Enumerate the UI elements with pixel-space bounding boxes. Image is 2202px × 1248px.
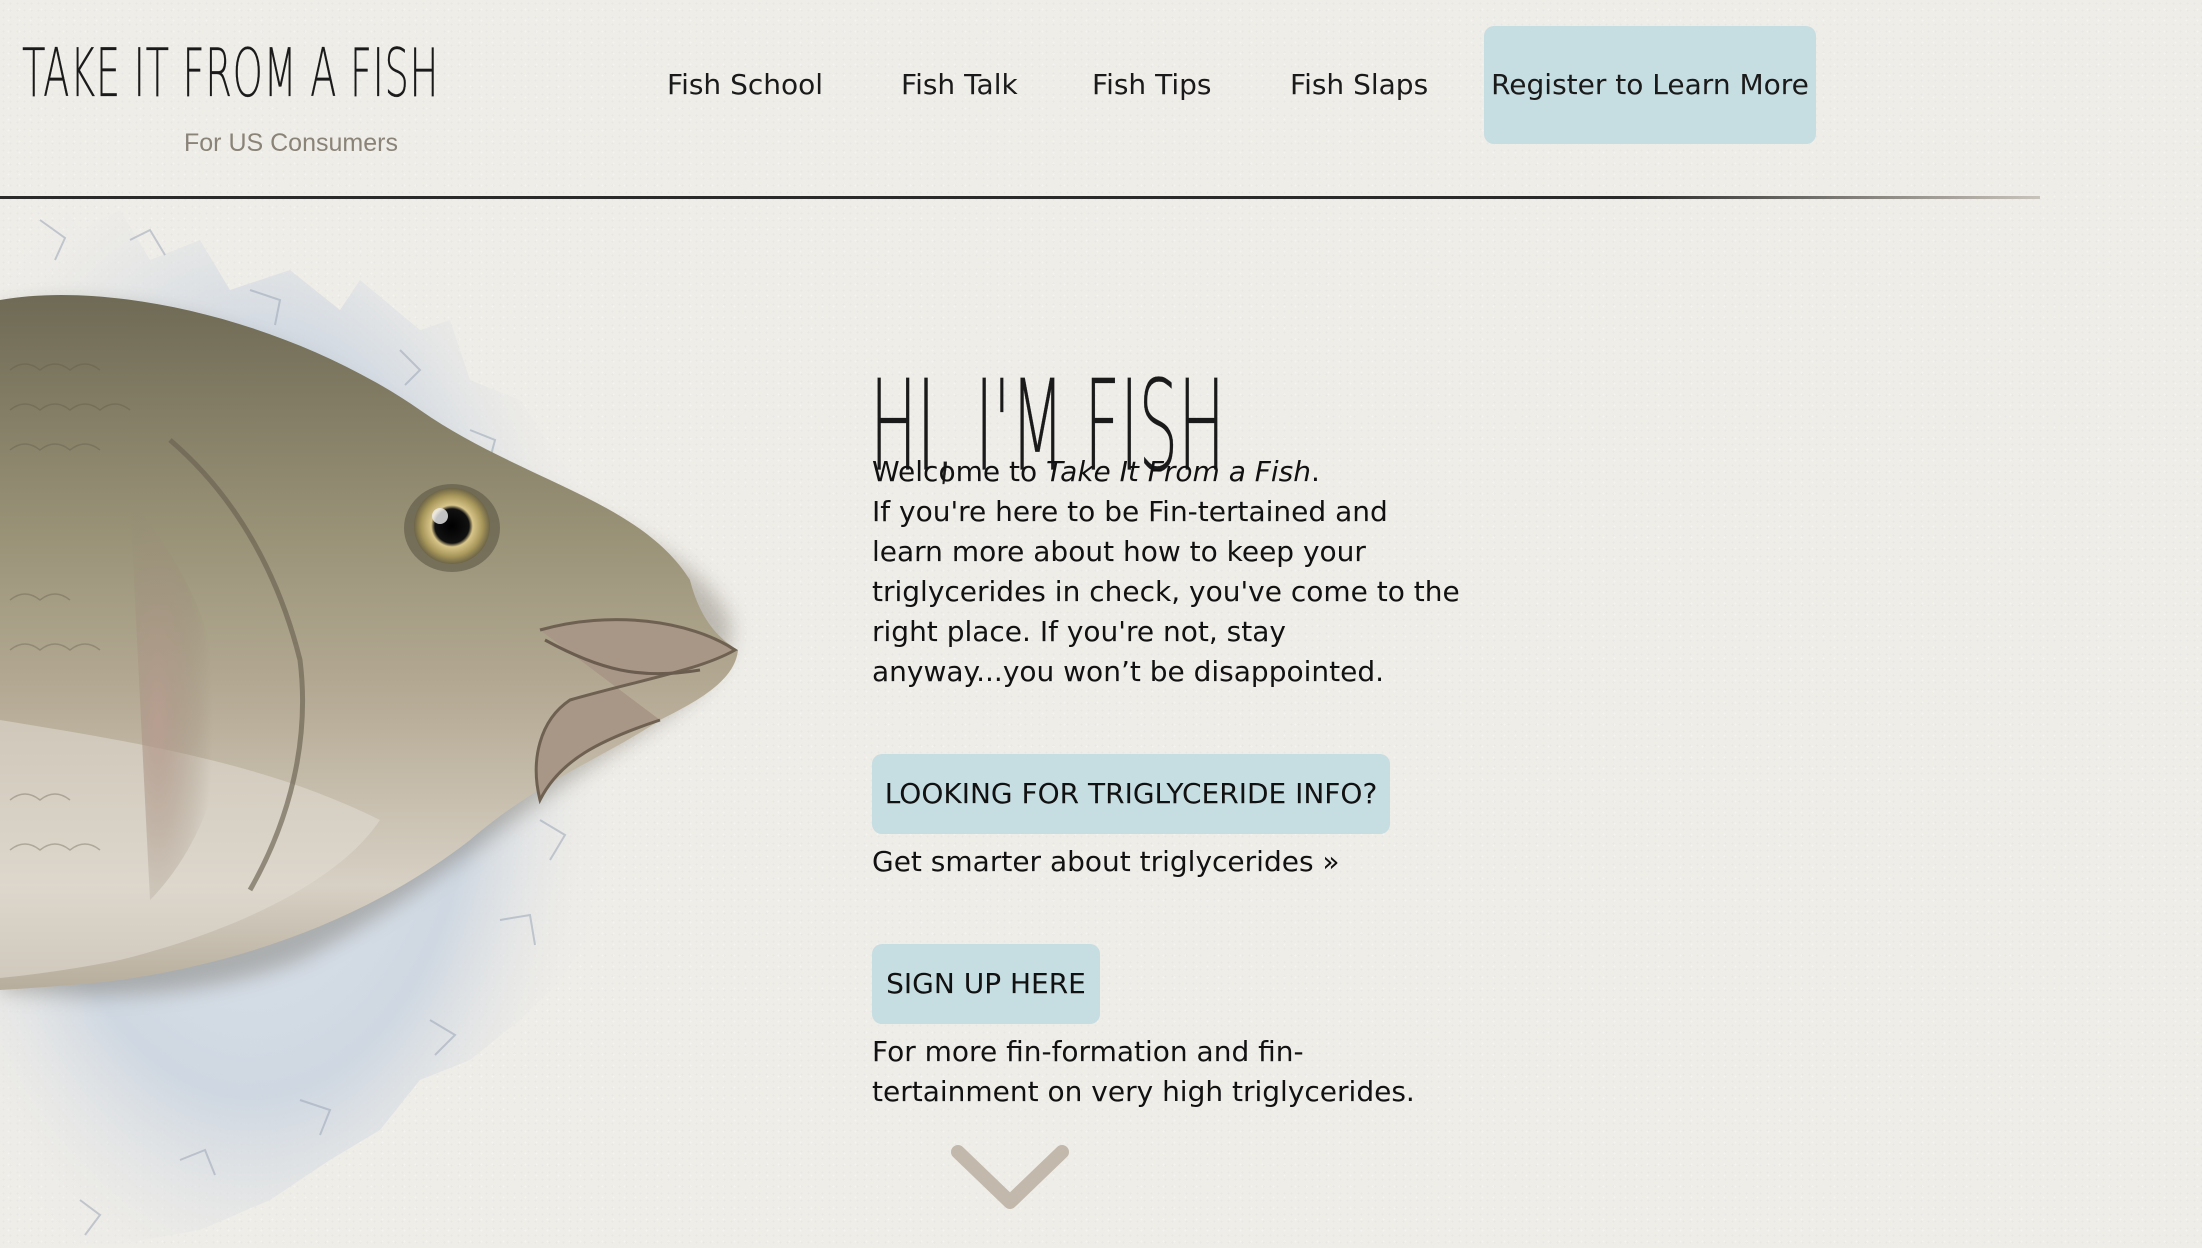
logo-subtitle: For US Consumers bbox=[184, 129, 398, 157]
sign-up-description-line: tertainment on very high triglycerides. bbox=[872, 1075, 1415, 1108]
triglyceride-info-link[interactable]: Get smarter about triglycerides » bbox=[872, 842, 1340, 882]
intro-line: triglycerides in check, you've come to t… bbox=[872, 575, 1460, 608]
nav-item-fish-talk[interactable]: Fish Talk bbox=[901, 26, 1018, 144]
sign-up-description: For more fin-formation and fin- tertainm… bbox=[872, 1032, 1415, 1112]
sign-up-description-line: For more fin-formation and fin- bbox=[872, 1035, 1304, 1068]
nav-item-fish-tips[interactable]: Fish Tips bbox=[1092, 26, 1211, 144]
intro-welcome-prefix: Welcome to bbox=[872, 455, 1046, 488]
logo-title: TAKE IT FROM A FISH bbox=[22, 33, 440, 113]
intro-line: anyway...you won’t be disappointed. bbox=[872, 655, 1384, 688]
nav-item-fish-school[interactable]: Fish School bbox=[667, 26, 823, 144]
intro-line: If you're here to be Fin-tertained and bbox=[872, 495, 1388, 528]
intro-line: right place. If you're not, stay bbox=[872, 615, 1286, 648]
chevron-down-icon[interactable] bbox=[950, 1140, 1070, 1220]
intro-line: learn more about how to keep your bbox=[872, 535, 1366, 568]
intro-text: Welcome to Take It From a Fish. If you'r… bbox=[872, 452, 1460, 692]
intro-welcome-line: Welcome to Take It From a Fish. bbox=[872, 452, 1432, 492]
sign-up-button[interactable]: SIGN UP HERE bbox=[872, 944, 1100, 1024]
intro-welcome-suffix: . bbox=[1311, 455, 1320, 488]
fish-on-ice-image bbox=[0, 200, 800, 1244]
intro-site-name: Take It From a Fish bbox=[1046, 455, 1312, 488]
header-divider bbox=[0, 196, 2040, 199]
register-button[interactable]: Register to Learn More bbox=[1484, 26, 1816, 144]
nav-item-fish-slaps[interactable]: Fish Slaps bbox=[1290, 26, 1428, 144]
triglyceride-info-button[interactable]: LOOKING FOR TRIGLYCERIDE INFO? bbox=[872, 754, 1390, 834]
site-logo[interactable]: TAKE IT FROM A FISH For US Consumers bbox=[22, 12, 562, 162]
